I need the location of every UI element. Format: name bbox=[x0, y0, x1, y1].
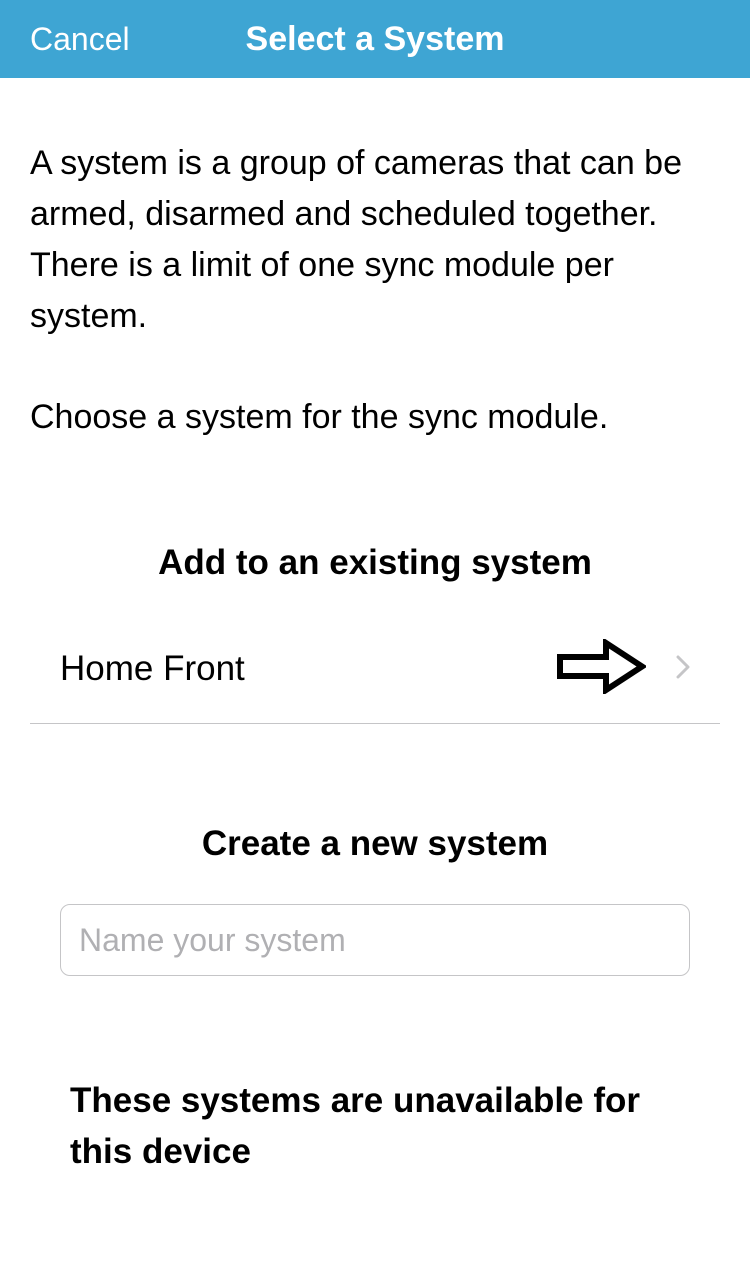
system-name-input[interactable] bbox=[60, 904, 690, 976]
unavailable-heading: These systems are unavailable for this d… bbox=[70, 1076, 680, 1178]
existing-system-section: Add to an existing system Home Front bbox=[30, 543, 720, 724]
existing-heading: Add to an existing system bbox=[30, 543, 720, 583]
cancel-button[interactable]: Cancel bbox=[30, 21, 130, 58]
input-wrapper bbox=[30, 904, 720, 976]
system-item-home-front[interactable]: Home Front bbox=[30, 623, 720, 724]
chevron-right-icon bbox=[676, 655, 690, 684]
content-area: A system is a group of cameras that can … bbox=[0, 78, 750, 1178]
description-para1: A system is a group of cameras that can … bbox=[30, 144, 682, 335]
header-bar: Cancel Select a System bbox=[0, 0, 750, 78]
description-text: A system is a group of cameras that can … bbox=[30, 138, 720, 443]
arrow-right-icon bbox=[556, 639, 676, 699]
description-para2: Choose a system for the sync module. bbox=[30, 392, 720, 443]
create-heading: Create a new system bbox=[30, 824, 720, 864]
create-system-section: Create a new system bbox=[30, 824, 720, 976]
unavailable-section: These systems are unavailable for this d… bbox=[30, 1076, 720, 1178]
system-item-label: Home Front bbox=[60, 649, 556, 689]
page-title: Select a System bbox=[30, 20, 720, 59]
